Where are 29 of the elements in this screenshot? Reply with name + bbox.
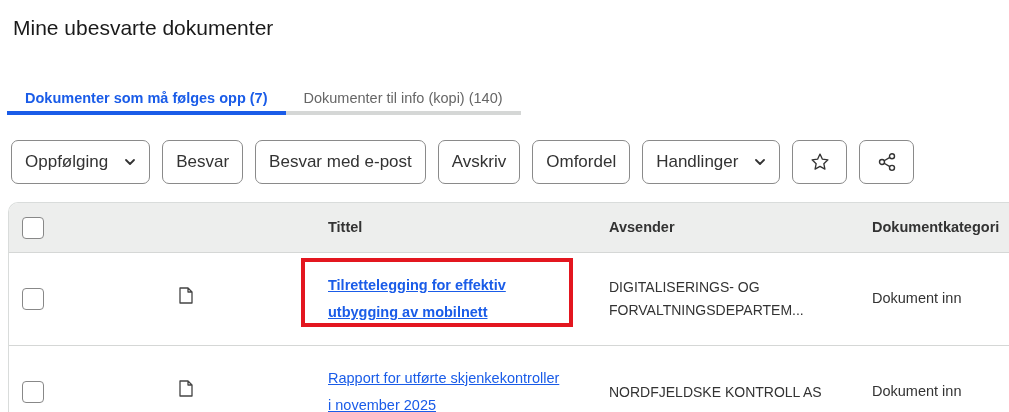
dropdown-button[interactable]: Oppfølging (11, 140, 151, 184)
star-icon (809, 152, 830, 172)
share-button[interactable] (859, 140, 915, 184)
category-text: Dokument inn (872, 382, 962, 402)
checkbox[interactable] (22, 288, 44, 310)
page-title: Mine ubesvarte dokumenter (12, 15, 275, 41)
tab[interactable]: Dokumenter til info (kopi) (140) (285, 86, 521, 115)
action-button[interactable]: Besvar (162, 140, 244, 184)
document-title-link[interactable]: Rapport for utførte skjenkekontroller i november 2025 (328, 365, 563, 412)
column-header: Tittel (328, 217, 363, 237)
action-button[interactable]: Avskriv (437, 140, 521, 184)
document-icon (179, 286, 193, 304)
category-text: Dokument inn (872, 289, 962, 309)
document-icon (179, 379, 193, 397)
document-title-link[interactable]: Tilrettelegging for effektiv utbygging av mobilnett (328, 272, 563, 326)
share-icon (876, 152, 897, 172)
column-header: Avsender (609, 217, 675, 237)
sender-text: NORDFJELDSKE KONTROLL AS (609, 382, 823, 402)
favorite-button[interactable] (792, 140, 848, 184)
action-button[interactable]: Omfordel (532, 140, 631, 184)
tab[interactable]: Dokumenter som må følges opp (7) (7, 86, 286, 115)
chevron-down-icon (754, 158, 767, 166)
chevron-down-icon (124, 158, 137, 166)
checkbox[interactable] (22, 216, 44, 239)
action-button[interactable]: Besvar med e-post (255, 140, 426, 184)
sender-text: DIGITALISERINGS- OG FORVALTNINGSDEPARTEM... (609, 278, 805, 320)
checkbox[interactable] (22, 381, 44, 403)
column-header: Dokumentkategori (872, 217, 1000, 237)
dropdown-button[interactable]: Handlinger (642, 140, 781, 184)
